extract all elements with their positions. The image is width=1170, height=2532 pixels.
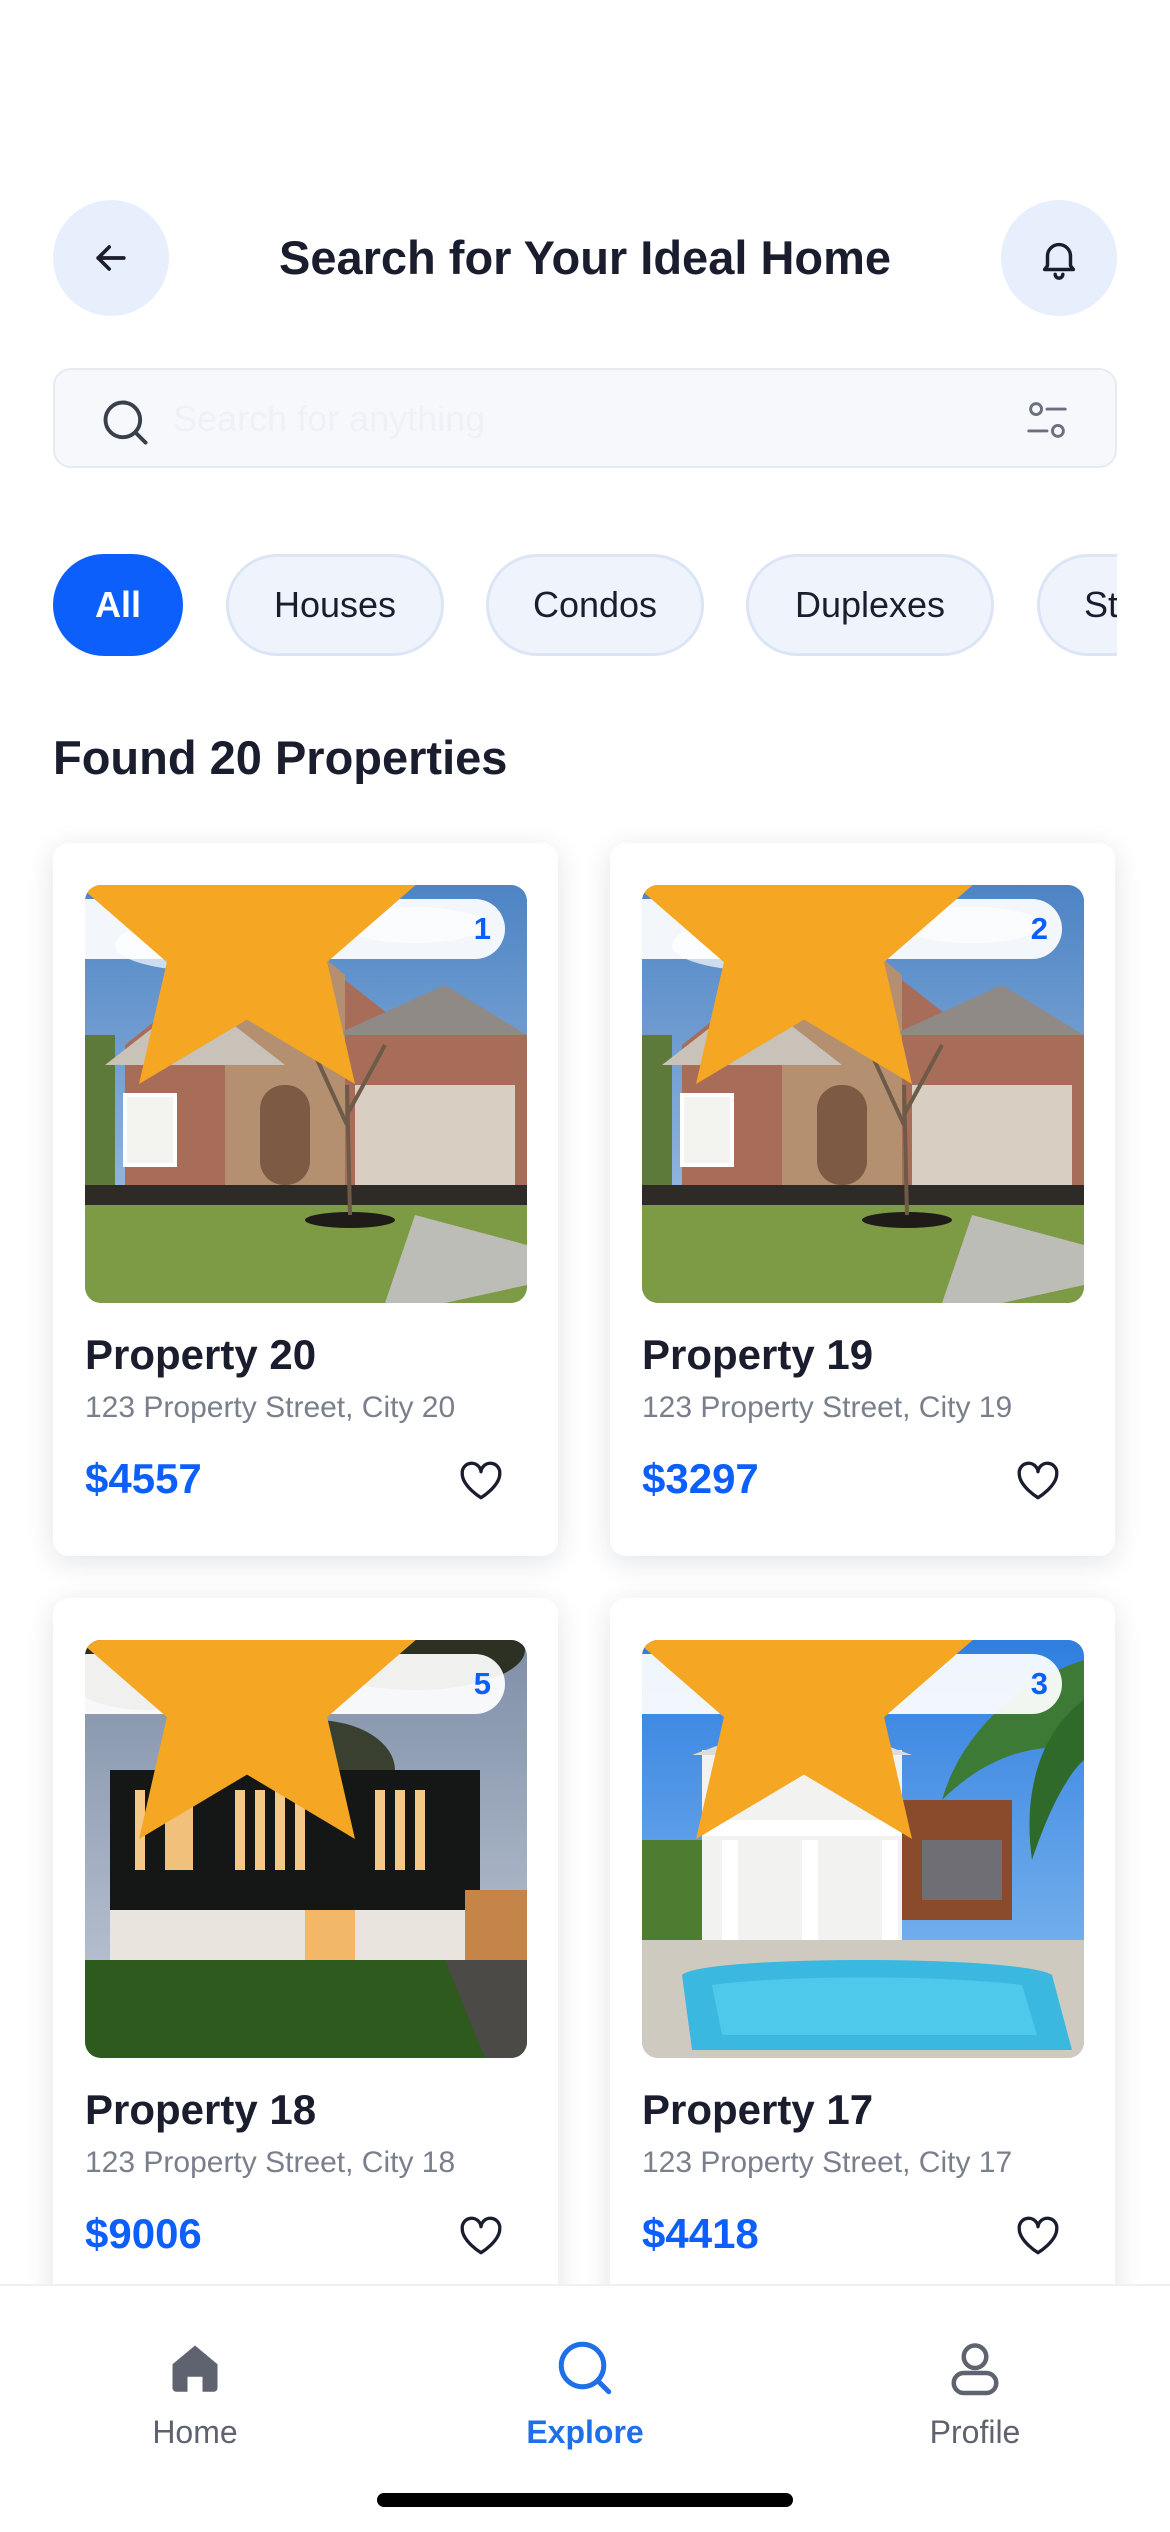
notifications-button[interactable] (1001, 200, 1117, 316)
search-input[interactable] (171, 370, 995, 468)
category-chips: All Houses Condos Duplexes St (53, 554, 1117, 656)
property-address: 123 Property Street, City 18 (85, 2146, 456, 2179)
property-name: Property 17 (642, 2086, 874, 2133)
property-name: Property 18 (85, 2086, 317, 2133)
property-name: Property 20 (85, 1331, 317, 1378)
property-address: 123 Property Street, City 20 (85, 1391, 456, 1424)
user-icon (951, 2343, 999, 2396)
chip-studios[interactable]: St (1037, 554, 1117, 656)
star-icon (85, 1640, 416, 1840)
rating-value: 1 (473, 911, 491, 946)
property-card[interactable]: 1 Property 20 123 Property Street, City … (53, 843, 558, 1556)
nav-item-profile[interactable]: Profile (875, 2338, 1075, 2451)
property-price: $4418 (642, 2210, 759, 2257)
star-icon (642, 1640, 973, 1840)
rating-badge: 1 (85, 885, 505, 1085)
heart-icon[interactable] (456, 2210, 506, 2260)
rating-value: 2 (1030, 911, 1048, 946)
chip-houses[interactable]: Houses (226, 554, 444, 656)
chip-all[interactable]: All (53, 554, 183, 656)
results-title: Found 20 Properties (53, 731, 508, 784)
rating-badge: 2 (642, 885, 1062, 1085)
property-photo: 5 (85, 1640, 527, 2058)
property-card[interactable]: 5 Property 18 123 Property Street, City … (53, 1598, 558, 2311)
home-indicator (377, 2493, 793, 2507)
chip-duplexes[interactable]: Duplexes (746, 554, 994, 656)
property-photo: 3 (642, 1640, 1084, 2058)
page-title: Search for Your Ideal Home (278, 231, 892, 284)
heart-icon[interactable] (1013, 2210, 1063, 2260)
property-price: $4557 (85, 1455, 202, 1502)
property-photo: 2 (642, 885, 1084, 1303)
heart-icon[interactable] (1013, 1455, 1063, 1505)
rating-value: 3 (1030, 1666, 1048, 1701)
explore-screen: Search for Your Ideal Home All Houses Co… (0, 0, 1170, 2532)
back-button[interactable] (53, 200, 169, 316)
filter-icon[interactable] (1025, 400, 1069, 440)
nav-label-home: Home (152, 2414, 238, 2450)
property-photo: 1 (85, 885, 527, 1303)
arrow-left-icon (96, 245, 126, 271)
home-icon (172, 2345, 218, 2392)
property-address: 123 Property Street, City 17 (642, 2146, 1013, 2179)
nav-label-profile: Profile (929, 2414, 1021, 2450)
search-icon (558, 2341, 612, 2395)
search-bar (53, 368, 1117, 468)
search-icon (103, 400, 148, 445)
nav-label-explore: Explore (526, 2414, 644, 2450)
star-icon (642, 885, 973, 1085)
rating-badge: 5 (85, 1640, 505, 1840)
property-price: $3297 (642, 1455, 759, 1502)
nav-item-home[interactable]: Home (95, 2338, 295, 2451)
rating-badge: 3 (642, 1640, 1062, 1840)
star-icon (85, 885, 416, 1085)
property-card[interactable]: 2 Property 19 123 Property Street, City … (610, 843, 1115, 1556)
property-address: 123 Property Street, City 19 (642, 1391, 1013, 1424)
property-price: $9006 (85, 2210, 202, 2257)
property-card[interactable]: 3 Property 17 123 Property Street, City … (610, 1598, 1115, 2311)
heart-icon[interactable] (456, 1455, 506, 1505)
property-name: Property 19 (642, 1331, 874, 1378)
nav-item-explore[interactable]: Explore (485, 2338, 685, 2451)
header: Search for Your Ideal Home (53, 200, 1117, 316)
rating-value: 5 (473, 1666, 491, 1701)
bell-icon (1042, 242, 1076, 280)
chip-condos[interactable]: Condos (486, 554, 704, 656)
